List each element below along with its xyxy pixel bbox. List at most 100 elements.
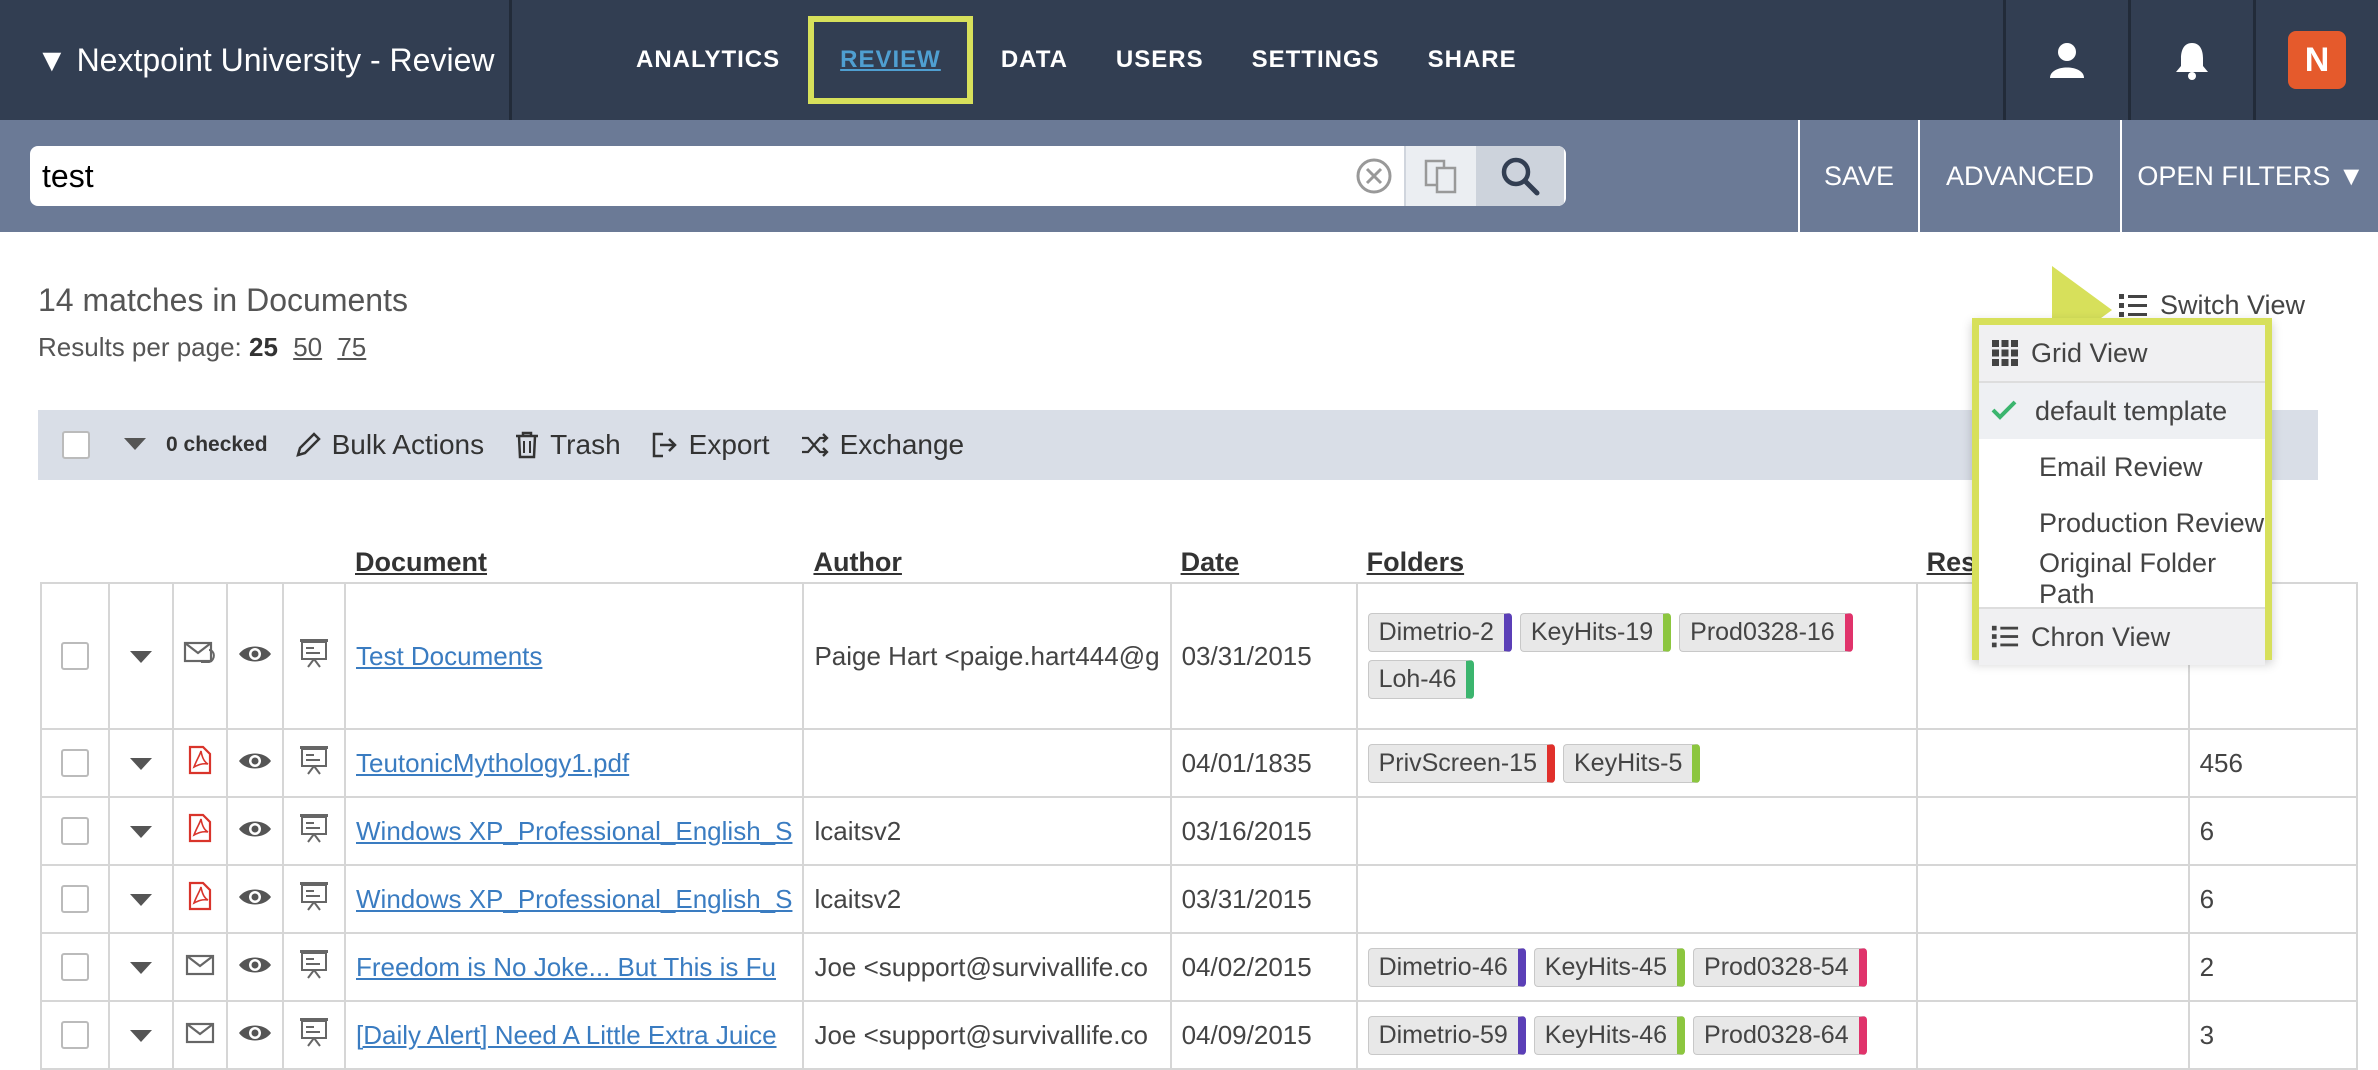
trash-button[interactable]: Trash — [514, 429, 621, 461]
row-select-cell — [40, 728, 110, 798]
per-page-50[interactable]: 50 — [293, 332, 322, 362]
search-button[interactable] — [1476, 146, 1564, 206]
col-folders[interactable]: Folders — [1357, 534, 1917, 583]
table-row[interactable]: Windows XP_Professional_English_S lcaits… — [40, 864, 2358, 934]
select-dropdown-icon[interactable] — [124, 438, 146, 452]
nav-review[interactable]: REVIEW — [808, 16, 973, 104]
row-checkbox[interactable] — [61, 642, 89, 670]
value-cell: 3 — [2187, 1000, 2358, 1070]
notifications-button[interactable] — [2128, 0, 2253, 120]
document-cell: Windows XP_Professional_English_S — [343, 796, 805, 866]
table-row[interactable]: [Daily Alert] Need A Little Extra Juice … — [40, 1000, 2358, 1070]
grid-view-option[interactable]: Grid View — [1979, 325, 2265, 383]
col-document[interactable]: Document — [345, 534, 803, 583]
advanced-search-button[interactable]: ADVANCED — [1918, 120, 2120, 232]
folder-tag[interactable]: Loh-46 — [1367, 660, 1475, 699]
presentation-icon[interactable] — [282, 796, 346, 866]
nav-data[interactable]: DATA — [1001, 46, 1068, 74]
presentation-icon[interactable] — [282, 728, 346, 798]
folders-cell: Dimetrio-46 KeyHits-45 Prod0328-54 — [1355, 932, 1918, 1002]
row-checkbox[interactable] — [61, 1021, 89, 1049]
app-logo-button[interactable]: N — [2253, 0, 2378, 120]
match-count: 14 matches in Documents — [38, 282, 408, 318]
select-all-checkbox[interactable] — [62, 431, 90, 459]
presentation-icon[interactable] — [282, 582, 346, 730]
document-cell: TeutonicMythology1.pdf — [343, 728, 805, 798]
template-original-folder-path[interactable]: Original Folder Path — [1979, 548, 2265, 609]
row-checkbox[interactable] — [61, 953, 89, 981]
folder-tag[interactable]: PrivScreen-15 — [1367, 743, 1555, 783]
nav-users[interactable]: USERS — [1116, 46, 1204, 74]
template-email-review[interactable]: Email Review — [1979, 439, 2265, 495]
eye-icon[interactable] — [226, 796, 284, 866]
workspace-selector[interactable]: ▼ Nextpoint University - Review — [0, 0, 512, 120]
table-row[interactable]: Freedom is No Joke... But This is Fu Joe… — [40, 932, 2358, 1002]
bulk-actions-label: Bulk Actions — [331, 429, 485, 460]
nav-share[interactable]: SHARE — [1428, 46, 1517, 74]
folder-tag[interactable]: Prod0328-54 — [1693, 947, 1867, 987]
table-row[interactable]: Windows XP_Professional_English_S lcaits… — [40, 796, 2358, 866]
col-date[interactable]: Date — [1171, 534, 1357, 583]
folder-tag[interactable]: KeyHits-19 — [1519, 613, 1672, 652]
row-menu-icon[interactable] — [108, 728, 174, 798]
eye-icon[interactable] — [226, 864, 284, 934]
folder-tag[interactable]: Prod0328-16 — [1679, 613, 1853, 652]
open-filters-button[interactable]: OPEN FILTERS ▼ — [2120, 120, 2378, 232]
document-cell: Test Documents — [343, 582, 805, 730]
row-menu-icon[interactable] — [108, 864, 174, 934]
row-checkbox[interactable] — [61, 885, 89, 913]
document-link[interactable]: Windows XP_Professional_English_S — [356, 816, 792, 846]
folder-tag[interactable]: Dimetrio-46 — [1367, 947, 1526, 987]
user-menu-button[interactable] — [2003, 0, 2128, 120]
per-page-75[interactable]: 75 — [337, 332, 366, 362]
folder-tag[interactable]: Prod0328-64 — [1693, 1015, 1867, 1055]
exchange-button[interactable]: Exchange — [800, 429, 964, 461]
eye-icon[interactable] — [226, 1000, 284, 1070]
row-checkbox[interactable] — [61, 817, 89, 845]
document-cell: Freedom is No Joke... But This is Fu — [343, 932, 805, 1002]
row-checkbox[interactable] — [61, 749, 89, 777]
template-default[interactable]: default template — [1979, 383, 2265, 439]
template-production-review[interactable]: Production Review — [1979, 495, 2265, 551]
presentation-icon[interactable] — [282, 864, 346, 934]
presentation-icon[interactable] — [282, 932, 346, 1002]
author-cell: Joe <support@survivallife.co — [802, 932, 1172, 1002]
folder-tag[interactable]: KeyHits-45 — [1533, 947, 1686, 987]
folder-tag[interactable]: Dimetrio-59 — [1367, 1015, 1526, 1055]
save-search-button[interactable]: SAVE — [1798, 120, 1918, 232]
eye-icon[interactable] — [226, 582, 284, 730]
document-link[interactable]: Windows XP_Professional_English_S — [356, 884, 792, 914]
date-cell: 04/09/2015 — [1169, 1000, 1358, 1070]
email-icon — [172, 932, 228, 1002]
responsive-cell — [1915, 1000, 2190, 1070]
presentation-icon[interactable] — [282, 1000, 346, 1070]
nav-analytics[interactable]: ANALYTICS — [636, 46, 780, 74]
eye-icon[interactable] — [226, 932, 284, 1002]
row-menu-icon[interactable] — [108, 932, 174, 1002]
table-row[interactable]: TeutonicMythology1.pdf 04/01/1835 PrivSc… — [40, 728, 2358, 798]
folder-tag[interactable]: KeyHits-5 — [1562, 743, 1701, 783]
search-input[interactable] — [30, 156, 1344, 196]
document-link[interactable]: [Daily Alert] Need A Little Extra Juice — [356, 1020, 777, 1050]
search-scope-button[interactable] — [1404, 146, 1476, 206]
row-menu-icon[interactable] — [108, 1000, 174, 1070]
pdf-icon — [172, 864, 228, 934]
folder-tag[interactable]: KeyHits-46 — [1533, 1015, 1686, 1055]
per-page-25[interactable]: 25 — [249, 332, 278, 362]
bulk-actions-button[interactable]: Bulk Actions — [294, 429, 485, 461]
eye-icon[interactable] — [226, 728, 284, 798]
chron-view-option[interactable]: Chron View — [1979, 609, 2265, 665]
export-button[interactable]: Export — [651, 429, 770, 461]
document-link[interactable]: Test Documents — [356, 641, 542, 671]
search-icon — [1501, 157, 1540, 196]
switch-view-button[interactable]: Switch View — [2118, 290, 2305, 321]
nav-settings[interactable]: SETTINGS — [1252, 46, 1380, 74]
clear-search-button[interactable] — [1344, 157, 1404, 195]
folder-tag[interactable]: Dimetrio-2 — [1367, 613, 1512, 652]
document-link[interactable]: Freedom is No Joke... But This is Fu — [356, 952, 776, 982]
row-menu-icon[interactable] — [108, 582, 174, 730]
document-link[interactable]: TeutonicMythology1.pdf — [356, 748, 629, 778]
row-menu-icon[interactable] — [108, 796, 174, 866]
col-author[interactable]: Author — [803, 534, 1170, 583]
template-default-label: default template — [2035, 395, 2228, 426]
